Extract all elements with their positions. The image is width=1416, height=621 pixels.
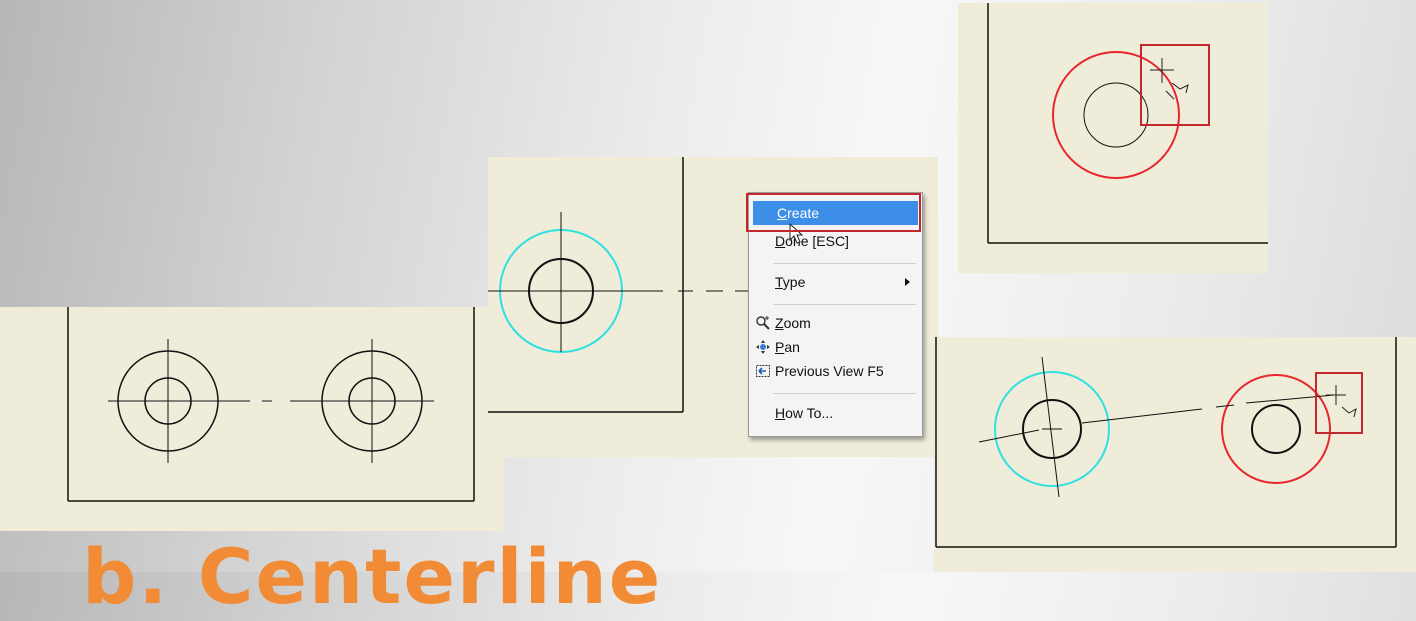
drawing-panel-centerline-created[interactable] (934, 337, 1416, 572)
menu-item-zoom[interactable]: Zoom (751, 311, 920, 335)
menu-item-type-mnemonic: T (775, 274, 783, 290)
menu-separator (773, 393, 916, 394)
menu-item-zoom-mnemonic: Z (775, 315, 784, 331)
drawing-panel-two-holes[interactable] (0, 307, 504, 531)
menu-item-done-mnemonic: D (775, 233, 786, 249)
menu-item-type[interactable]: Type (751, 270, 920, 294)
submenu-arrow-icon (905, 278, 910, 286)
menu-item-previous-view[interactable]: Previous View F5 (751, 359, 920, 383)
menu-item-done[interactable]: Done [ESC] (751, 229, 920, 253)
centerline-created-drawing (935, 337, 1397, 548)
zoom-icon (756, 316, 770, 330)
menu-item-how-to[interactable]: How To... (751, 401, 920, 425)
previous-view-icon (756, 365, 770, 377)
menu-item-how-to-label: ow To... (785, 405, 834, 421)
menu-item-pan-mnemonic: P (775, 339, 785, 355)
two-holes-drawing (67, 307, 475, 502)
create-highlight-box (746, 193, 921, 232)
menu-separator (773, 263, 916, 264)
drawing-panel-cursor-on-hole[interactable] (958, 3, 1268, 273)
menu-separator (773, 304, 916, 305)
menu-item-pan[interactable]: Pan (751, 335, 920, 359)
pan-icon (756, 340, 770, 354)
menu-item-previous-view-label: Previous View F5 (775, 363, 884, 379)
cursor-on-hole-drawing (987, 3, 1268, 244)
menu-item-zoom-label: oom (783, 315, 811, 331)
menu-item-type-label: ype (782, 274, 806, 290)
menu-item-how-to-mnemonic: H (775, 405, 786, 421)
slide-title: b. Centerline (82, 532, 663, 621)
menu-item-pan-label: an (784, 339, 800, 355)
